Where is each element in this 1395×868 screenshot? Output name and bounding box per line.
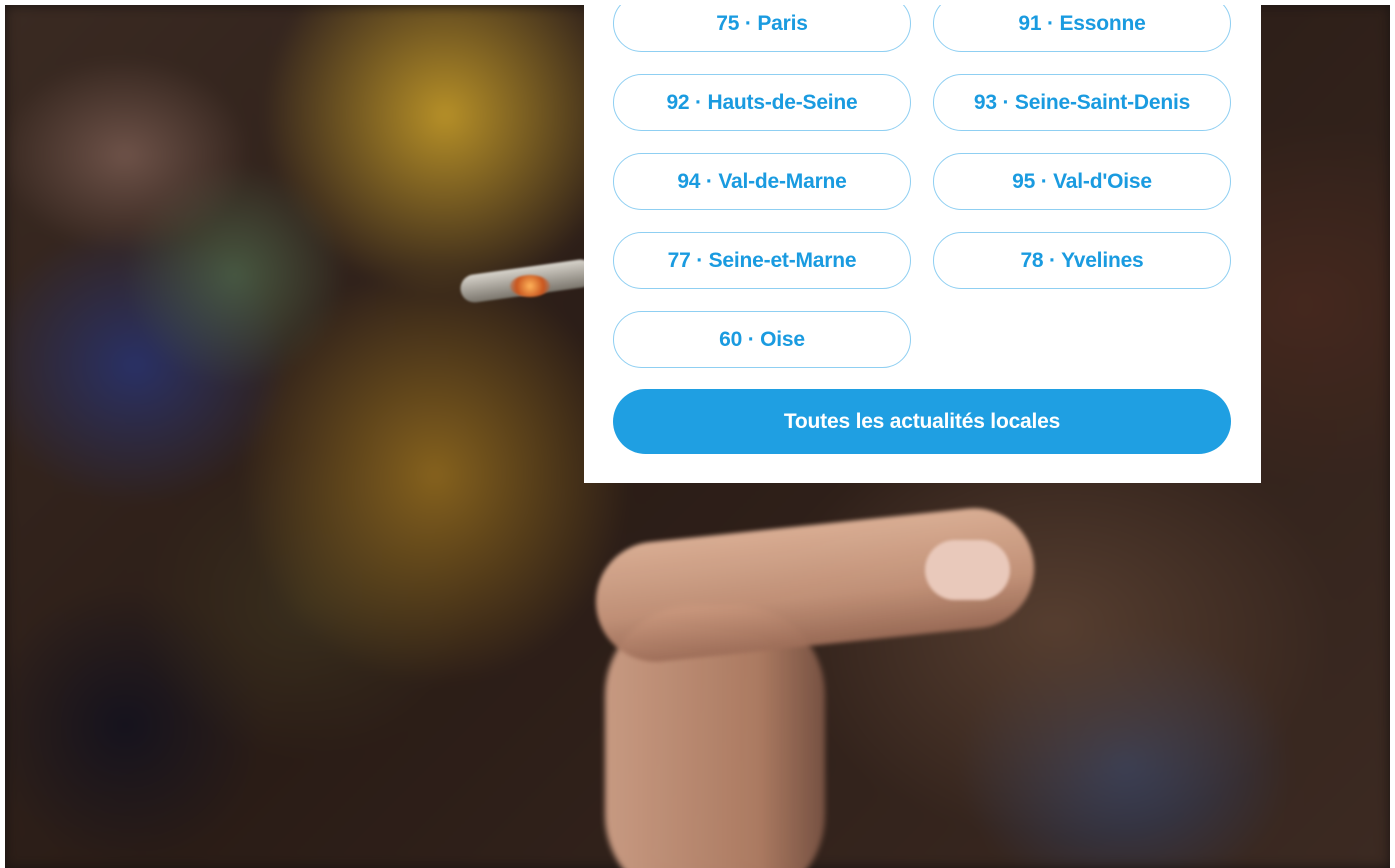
local-news-dropdown: 75 · Paris 91 · Essonne 92 · Hauts-de-Se… [584,5,1261,483]
department-button-hauts-de-seine[interactable]: 92 · Hauts-de-Seine [613,74,911,131]
department-button-paris[interactable]: 75 · Paris [613,5,911,52]
department-button-val-d-oise[interactable]: 95 · Val-d'Oise [933,153,1231,210]
all-local-news-button[interactable]: Toutes les actualités locales [613,389,1231,454]
department-button-yvelines[interactable]: 78 · Yvelines [933,232,1231,289]
department-button-oise[interactable]: 60 · Oise [613,311,911,368]
hero-photo-fingernail [925,540,1010,600]
department-button-seine-et-marne[interactable]: 77 · Seine-et-Marne [613,232,911,289]
hero-photo-ember [510,275,550,297]
article-hero-image: 75 · Paris 91 · Essonne 92 · Hauts-de-Se… [5,5,1390,868]
department-button-val-de-marne[interactable]: 94 · Val-de-Marne [613,153,911,210]
department-list: 75 · Paris 91 · Essonne 92 · Hauts-de-Se… [613,5,1231,368]
department-button-essonne[interactable]: 91 · Essonne [933,5,1231,52]
department-button-seine-saint-denis[interactable]: 93 · Seine-Saint-Denis [933,74,1231,131]
